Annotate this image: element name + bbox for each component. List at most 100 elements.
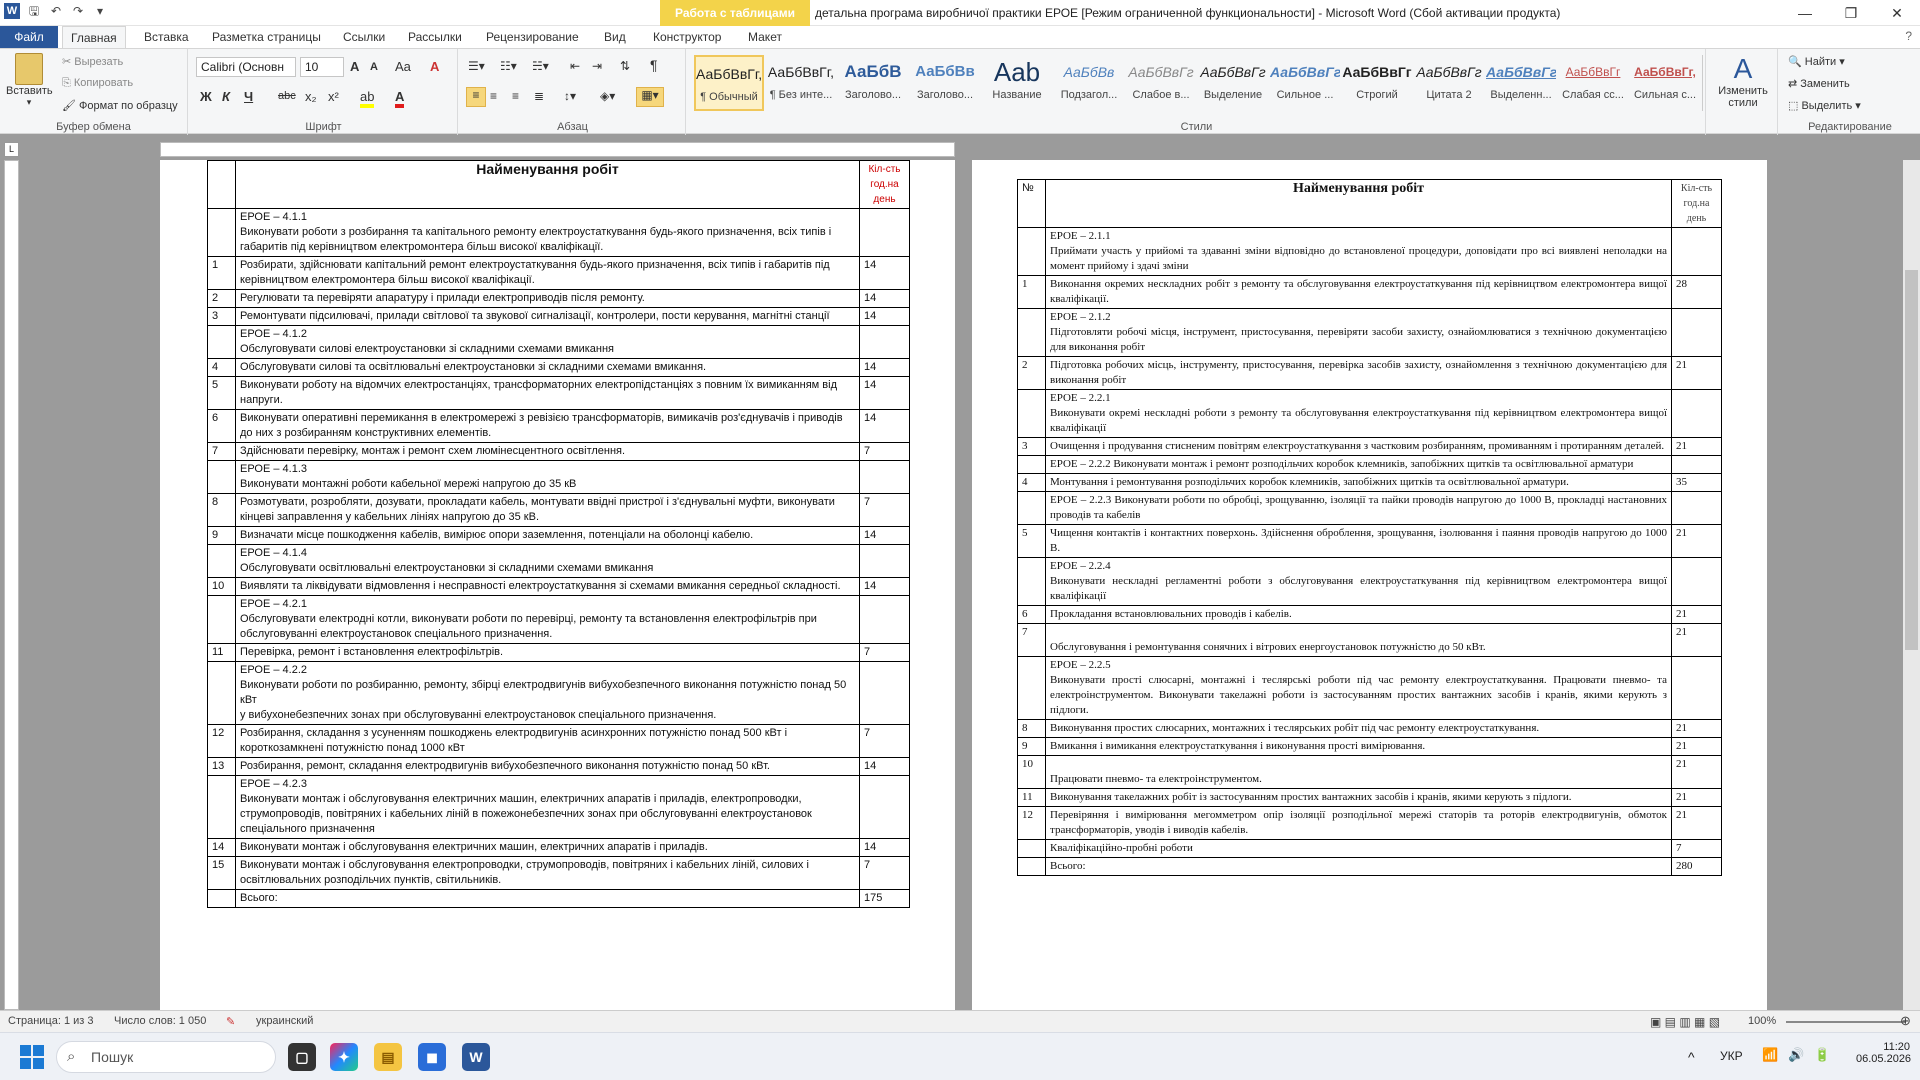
align-left-icon[interactable]: ≡ [466, 87, 486, 107]
document-page-2[interactable]: № Найменування робіт Кіл-сть год.на день… [972, 160, 1767, 1010]
vertical-ruler[interactable] [4, 160, 19, 1010]
style-subtle-reference[interactable]: АаБбВвГг Слабая сс... [1558, 55, 1628, 111]
styles-scroll[interactable] [1702, 55, 1706, 111]
windows-start-icon[interactable] [20, 1045, 44, 1069]
align-center-icon[interactable]: ≡ [490, 89, 497, 103]
row-number [1017, 839, 1046, 858]
strikethrough-button[interactable]: abc [278, 90, 296, 102]
minimize-icon[interactable]: — [1782, 0, 1828, 26]
volume-icon[interactable]: 🔊 [1788, 1047, 1804, 1063]
language-indicator[interactable]: украинский [256, 1015, 313, 1027]
restore-icon[interactable]: ❐ [1828, 0, 1874, 26]
style-intense-emphasis[interactable]: АаБбВвГг Сильное ... [1270, 55, 1340, 111]
input-language[interactable]: УКР [1720, 1049, 1743, 1063]
tray-expand-icon[interactable]: ^ [1688, 1049, 1695, 1065]
tab-review[interactable]: Рецензирование [478, 26, 587, 48]
horizontal-ruler[interactable] [160, 142, 955, 157]
style-intense-reference[interactable]: АаБбВвГг, Сильная с... [1630, 55, 1700, 111]
bold-button[interactable]: Ж [200, 89, 212, 104]
sort-icon[interactable]: ⇅ [620, 59, 630, 73]
style-no-spacing[interactable]: АаБбВвГг, ¶ Без инте... [766, 55, 836, 111]
change-case-button[interactable]: Aa [395, 59, 411, 74]
tab-page-layout[interactable]: Разметка страницы [204, 26, 329, 48]
justify-icon[interactable]: ≣ [534, 89, 544, 103]
style-normal[interactable]: АаБбВвГг, ¶ Обычный [694, 55, 764, 111]
undo-icon[interactable]: ↶ [48, 3, 64, 19]
proofing-icon[interactable]: ✎ [226, 1015, 235, 1028]
file-explorer-icon[interactable]: ▤ [374, 1043, 402, 1071]
tab-mailings[interactable]: Рассылки [400, 26, 470, 48]
tab-insert[interactable]: Вставка [136, 26, 197, 48]
help-icon[interactable]: ? [1905, 29, 1912, 43]
row-number: 9 [1017, 737, 1046, 756]
show-formatting-icon[interactable]: ¶ [650, 57, 658, 73]
close-icon[interactable]: ✕ [1874, 0, 1920, 26]
style-quote[interactable]: АаБбВвГг Цитата 2 [1414, 55, 1484, 111]
paste-button[interactable]: Вставить ▾ [6, 53, 53, 108]
view-buttons[interactable]: ▣ ▤ ▥ ▦ ▧ [1650, 1015, 1720, 1029]
row-number: 4 [1017, 473, 1046, 492]
style-emphasis[interactable]: АаБбВвГг Выделение [1198, 55, 1268, 111]
font-name-combo[interactable]: Calibri (Основн [196, 57, 296, 77]
word-count[interactable]: Число слов: 1 050 [114, 1015, 206, 1027]
increase-indent-icon[interactable]: ⇥ [592, 59, 602, 73]
select-button[interactable]: ⬚ Выделить ▾ [1788, 99, 1861, 112]
font-color-button[interactable]: A [395, 89, 405, 108]
replace-button[interactable]: ⇄ Заменить [1788, 77, 1850, 90]
multilevel-list-icon[interactable]: ☵▾ [532, 59, 549, 73]
page-indicator[interactable]: Страница: 1 из 3 [8, 1015, 94, 1027]
zoom-in-icon[interactable]: ⊕ [1900, 1013, 1911, 1029]
borders-icon[interactable]: ▦▾ [636, 87, 664, 107]
subscript-button[interactable]: x₂ [305, 89, 317, 104]
zoom-level[interactable]: 100% [1748, 1015, 1776, 1027]
style-intense-quote[interactable]: АаБбВвГг Выделенн... [1486, 55, 1556, 111]
clock[interactable]: 11:20 06.05.2026 [1856, 1041, 1911, 1065]
font-size-combo[interactable]: 10 [300, 57, 344, 77]
highlight-button[interactable]: ab [360, 89, 375, 108]
line-spacing-icon[interactable]: ↕▾ [564, 89, 576, 103]
customize-quick-access-icon[interactable]: ▾ [92, 3, 108, 19]
change-styles-button[interactable]: A Изменить стили [1712, 53, 1774, 109]
superscript-button[interactable]: x² [328, 89, 339, 104]
store-icon[interactable]: ◼ [418, 1043, 446, 1071]
tab-selector[interactable]: L [4, 142, 19, 157]
style-subtle-emphasis[interactable]: АаБбВвГг Слабое в... [1126, 55, 1196, 111]
numbering-icon[interactable]: ☷▾ [500, 59, 517, 73]
zoom-slider[interactable] [1786, 1021, 1906, 1023]
tab-view[interactable]: Вид [596, 26, 634, 48]
task-view-icon[interactable]: ▢ [288, 1043, 316, 1071]
style-strong[interactable]: АаБбВвГг Строгий [1342, 55, 1412, 111]
save-icon[interactable]: 🖫 [26, 3, 42, 19]
document-page-1[interactable]: Найменування робіт Кіл-сть год.на день Е… [160, 160, 955, 1010]
tab-file[interactable]: Файл [0, 26, 58, 48]
align-right-icon[interactable]: ≡ [512, 89, 519, 103]
clear-formatting-button[interactable]: A [430, 59, 439, 74]
format-painter-button[interactable]: 🖌 Формат по образцу [62, 99, 178, 112]
underline-button[interactable]: Ч [244, 89, 253, 104]
decrease-indent-icon[interactable]: ⇤ [570, 59, 580, 73]
style-heading1[interactable]: АаБбВ Заголово... [838, 55, 908, 111]
cut-button[interactable]: ✂ Вырезать [62, 55, 123, 68]
shrink-font-button[interactable]: A [370, 61, 378, 73]
grow-font-button[interactable]: A [350, 59, 359, 74]
tab-home[interactable]: Главная [62, 26, 126, 48]
shading-icon[interactable]: ◈▾ [600, 89, 615, 103]
find-button[interactable]: 🔍 Найти ▾ [1788, 55, 1845, 68]
copilot-icon[interactable]: ✦ [330, 1043, 358, 1071]
row-number [1017, 389, 1046, 438]
scroll-thumb[interactable] [1905, 270, 1918, 650]
copy-button[interactable]: ⎘ Копировать [62, 77, 133, 90]
style-heading2[interactable]: АаБбВв Заголово... [910, 55, 980, 111]
style-subtitle[interactable]: АаБбВв Подзагол... [1054, 55, 1124, 111]
style-title[interactable]: Aab Название [982, 55, 1052, 111]
italic-button[interactable]: К [222, 89, 230, 104]
tab-table-layout[interactable]: Макет [740, 26, 790, 48]
tab-references[interactable]: Ссылки [335, 26, 393, 48]
tab-table-design[interactable]: Конструктор [645, 26, 729, 48]
wifi-icon[interactable]: 📶 [1762, 1047, 1778, 1063]
word-taskbar-icon[interactable]: W [462, 1043, 490, 1071]
bullets-icon[interactable]: ☰▾ [468, 59, 485, 73]
taskbar-search[interactable]: ⌕ Пошук [56, 1041, 276, 1073]
redo-icon[interactable]: ↷ [70, 3, 86, 19]
battery-icon[interactable]: 🔋 [1814, 1047, 1830, 1063]
